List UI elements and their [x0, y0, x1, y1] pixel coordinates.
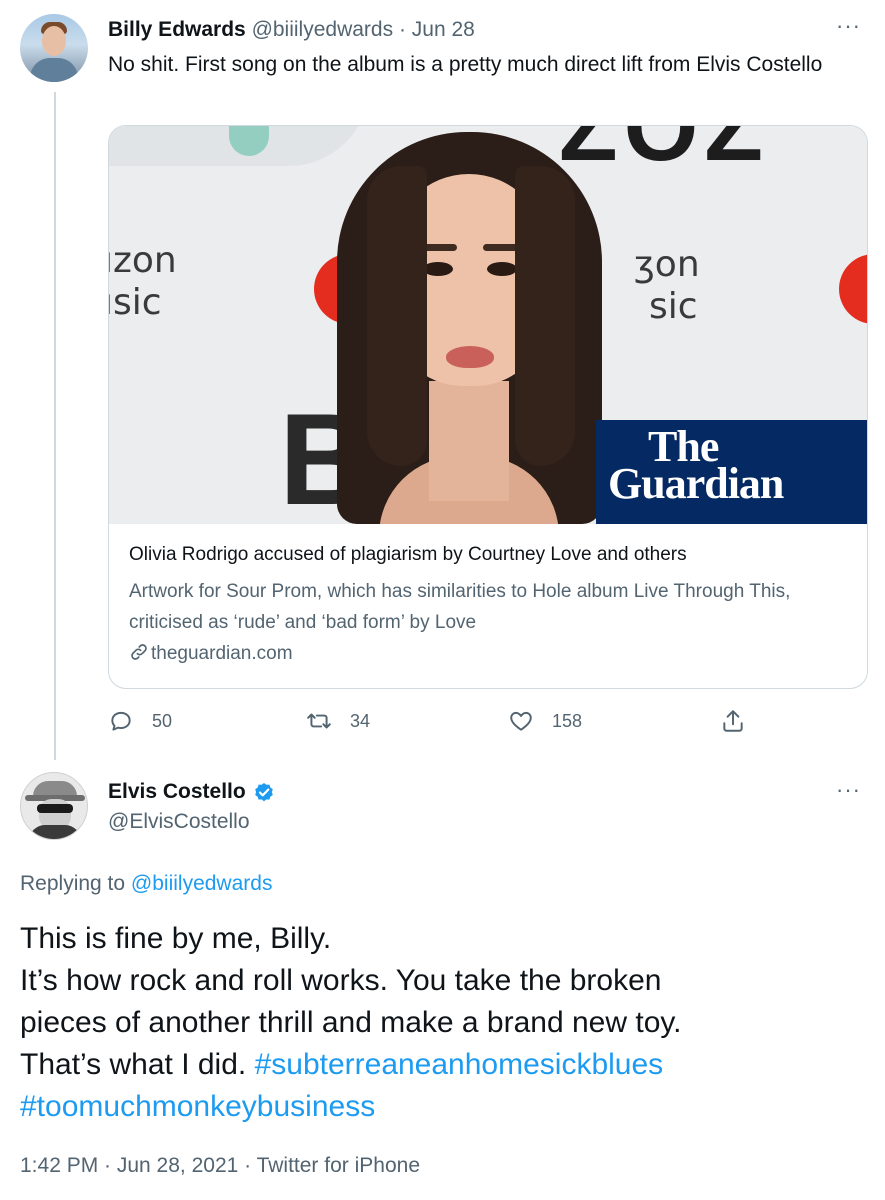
tweet1-date[interactable]: Jun 28	[412, 18, 475, 41]
card-domain-text: theguardian.com	[151, 643, 293, 664]
tweet1-separator: ·	[398, 18, 406, 41]
tweet2-text-line: pieces of another thrill and make a bran…	[20, 1006, 682, 1039]
replying-to-prefix: Replying to	[20, 872, 126, 895]
retweet-icon	[307, 713, 331, 729]
avatar-elvis-costello[interactable]	[20, 772, 88, 840]
more-icon[interactable]: ···	[836, 779, 861, 801]
tweet2-meta[interactable]: 1:42 PM · Jun 28, 2021 · Twitter for iPh…	[20, 1152, 420, 1180]
guardian-logo: The Guardian	[596, 420, 867, 524]
reply-count: 50	[152, 710, 173, 731]
verified-badge-icon	[254, 783, 273, 802]
tweet2-author-name[interactable]: Elvis Costello	[108, 778, 246, 806]
card-title: Olivia Rodrigo accused of plagiarism by …	[129, 544, 687, 565]
tweet2-text-line-4-text: That’s what I did.	[20, 1048, 247, 1081]
card-description: Artwork for Sour Prom, which has similar…	[129, 581, 791, 633]
share-button[interactable]	[720, 708, 764, 734]
more-icon[interactable]: ···	[836, 15, 861, 37]
reply-icon	[111, 711, 131, 731]
retweet-count: 34	[350, 710, 371, 731]
tweet2-text-line: It’s how rock and roll works. You take t…	[20, 964, 662, 997]
avatar-billy-edwards[interactable]	[20, 14, 88, 82]
replying-to-handle[interactable]: @biiilyedwards	[131, 872, 273, 895]
heart-icon	[510, 711, 532, 731]
reply-button[interactable]: 50	[108, 708, 172, 734]
tweet1-text: No shit. First song on the album is a pr…	[108, 53, 823, 76]
backdrop-logo-1-line2: ısic	[109, 282, 162, 323]
like-count: 158	[552, 710, 583, 731]
link-icon	[129, 642, 151, 670]
retweet-button[interactable]: 34	[306, 708, 370, 734]
replying-to: Replying to @biiilyedwards	[20, 870, 272, 898]
mastercard-red-circle-2	[839, 254, 867, 324]
hashtag-link[interactable]: #toomuchmonkeybusiness	[20, 1090, 375, 1123]
share-icon	[723, 710, 743, 732]
backdrop-logo-2-line1: ʒon	[634, 244, 700, 285]
tweet2-text-line: This is fine by me, Billy.	[20, 922, 332, 955]
portrait-photo	[319, 126, 619, 524]
like-button[interactable]: 158	[508, 708, 582, 734]
guardian-logo-guardian: Guardian	[608, 459, 784, 508]
backdrop-logo-1-line1: ızon	[109, 240, 177, 281]
tweet1-header: Billy Edwards @biiilyedwards · Jun 28	[108, 16, 475, 44]
tweet1-author-handle[interactable]: @biiilyedwards	[252, 18, 394, 41]
tweet2-text-line-5: #toomuchmonkeybusiness	[20, 1086, 865, 1128]
backdrop-logo-2-line2: sic	[649, 286, 698, 327]
tweet2-author-name-row[interactable]: Elvis Costello	[108, 778, 276, 806]
tweet2-text-line-4: That’s what I did. #subterreaneanhomesic…	[20, 1044, 865, 1086]
tweet2-author-handle[interactable]: @ElvisCostello	[108, 808, 250, 836]
thread-connector-line	[54, 92, 56, 760]
tweet1-author-name[interactable]: Billy Edwards	[108, 18, 246, 41]
card-image: ZOZ B ızon ısic ʒon sic The Guardian	[109, 126, 867, 524]
tweet2-text: This is fine by me, Billy. It’s how rock…	[20, 918, 865, 1128]
hashtag-link[interactable]: #subterreaneanhomesickblues	[255, 1048, 664, 1081]
tweet1-actions: 50 34 158	[108, 708, 748, 738]
link-preview-card[interactable]: ZOZ B ızon ısic ʒon sic The Guardian	[108, 125, 868, 689]
card-domain: theguardian.com	[129, 641, 293, 670]
